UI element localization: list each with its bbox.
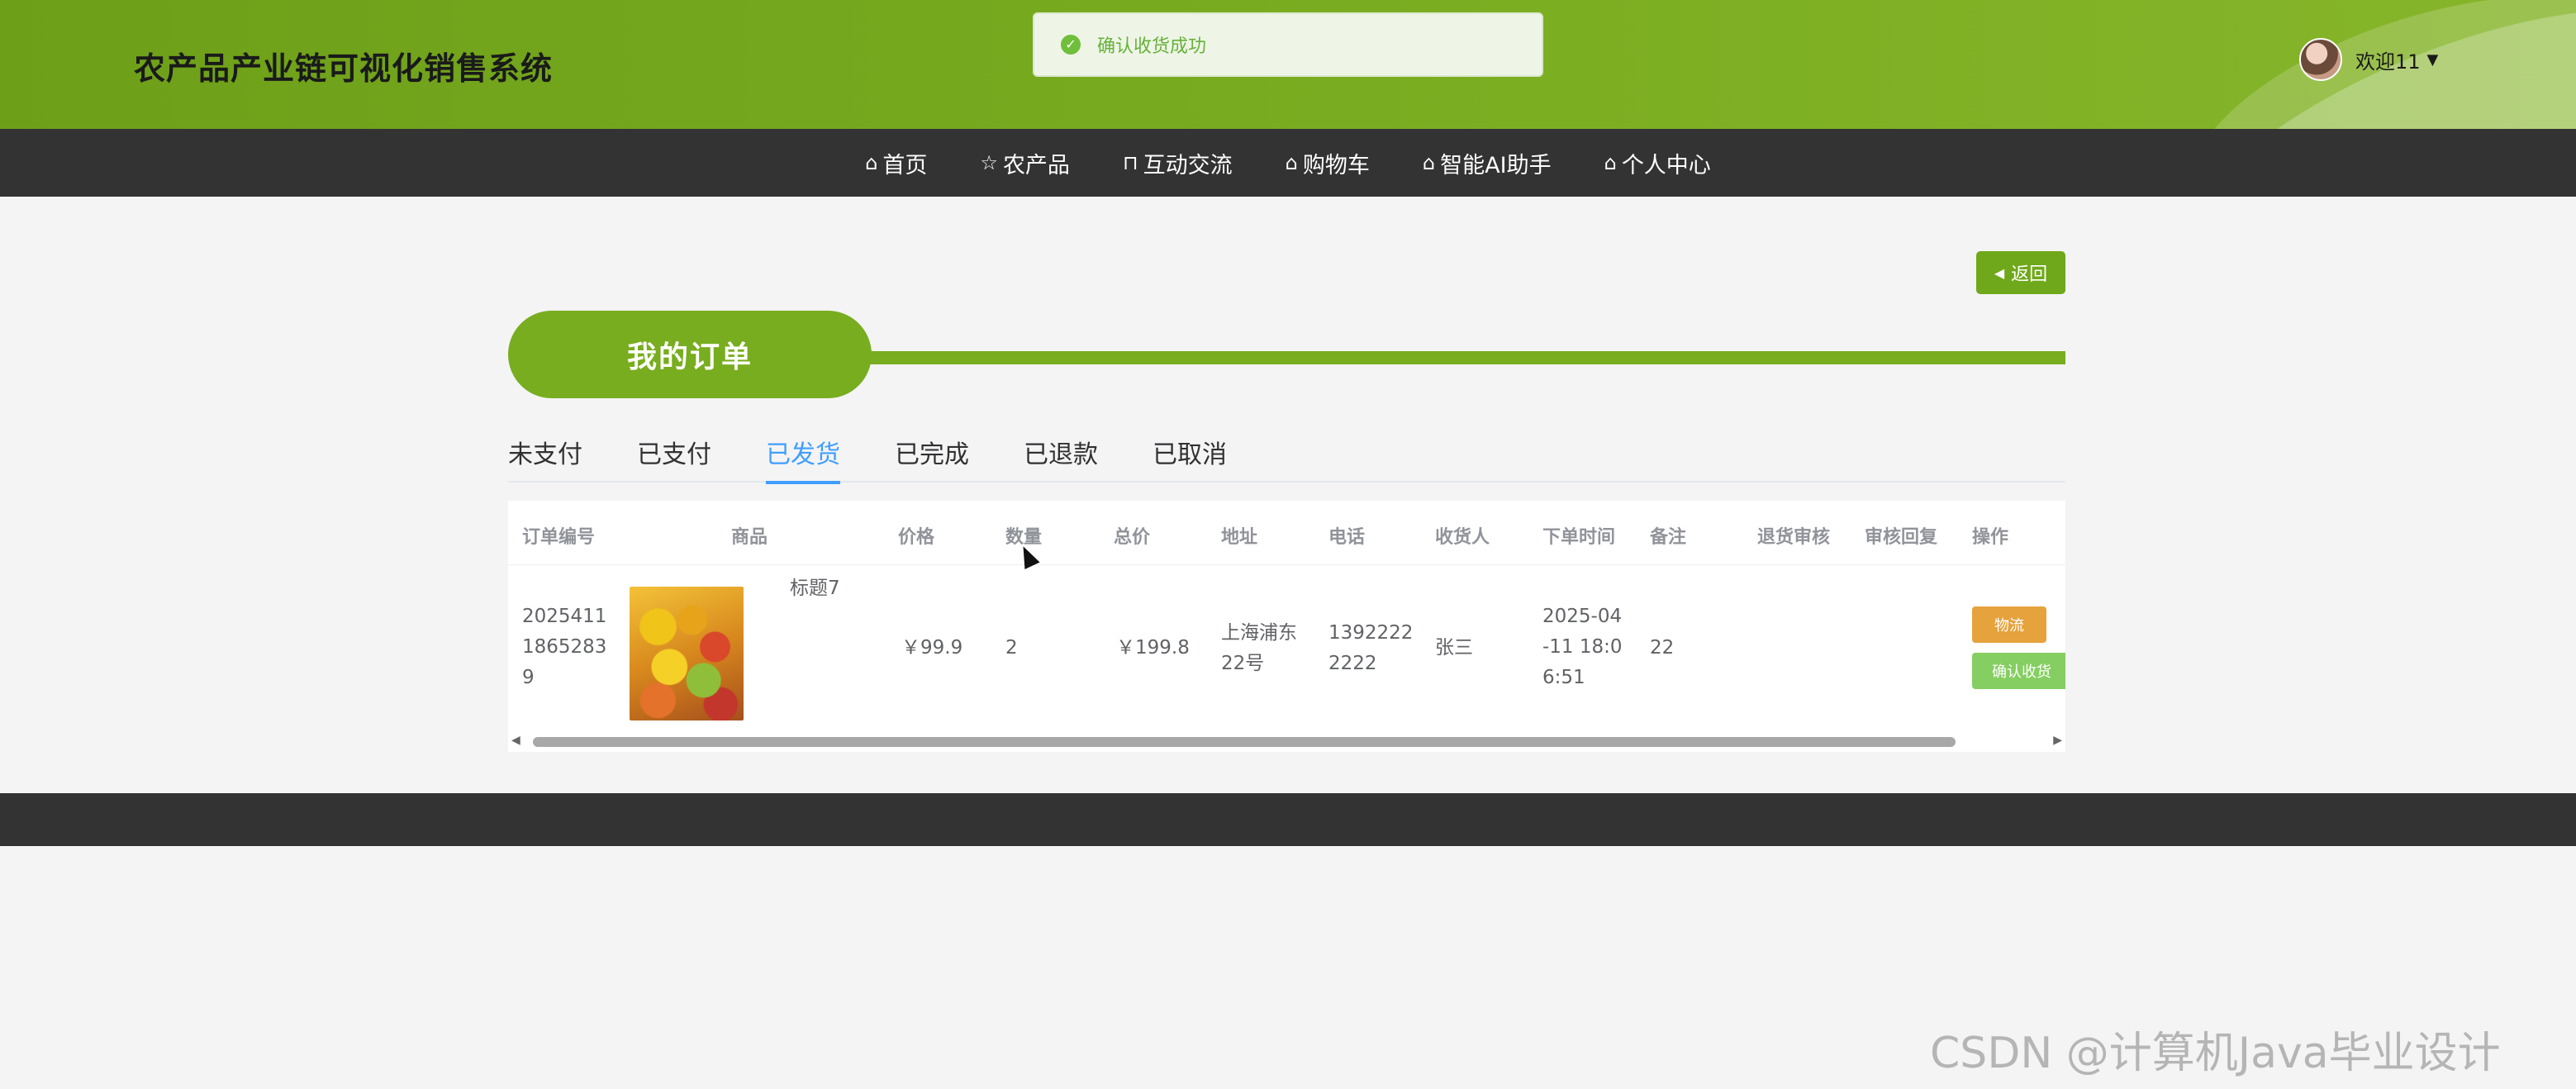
phone-line: 2222 (1328, 653, 1377, 674)
toast-message: 确认收货成功 (1097, 36, 1207, 57)
order-number-line: 2025411 (522, 606, 607, 627)
page-title-pill: 我的订单 (508, 311, 872, 398)
nav-item-ai-assistant[interactable]: ⌂ 智能AI助手 (1423, 147, 1552, 179)
table-scrollbar[interactable]: ◀ ▶ (508, 732, 2065, 752)
nav-item-home[interactable]: ⌂ 首页 (865, 147, 927, 179)
order-time-line: 6:51 (1542, 667, 1585, 688)
nav-item-label: 智能AI助手 (1440, 152, 1552, 178)
nav-item-forum[interactable]: ⊓ 互动交流 (1123, 147, 1233, 179)
order-number-line: 1865283 (522, 636, 607, 658)
column-header: 审核回复 (1865, 527, 1938, 548)
tab-refunded[interactable]: 已退款 (1024, 436, 1098, 483)
order-number-cell: 2025411 1865283 9 (522, 602, 606, 693)
address-cell: 上海浦东 22号 (1221, 618, 1297, 679)
tab-completed[interactable]: 已完成 (895, 436, 969, 483)
column-header: 数量 (1005, 527, 1043, 548)
address-line: 22号 (1221, 653, 1265, 674)
site-title: 农产品产业链可视化销售系统 (134, 50, 554, 87)
address-line: 上海浦东 (1221, 622, 1297, 644)
nav-item-label: 互动交流 (1143, 152, 1233, 178)
scrollbar-thumb[interactable] (533, 737, 1956, 747)
order-time-line: 2025-04 (1542, 606, 1623, 627)
tab-paid[interactable]: 已支付 (637, 436, 711, 483)
home-icon: ⌂ (1422, 151, 1436, 174)
success-toast: ✓ 确认收货成功 (1033, 12, 1543, 77)
column-header: 收货人 (1435, 527, 1490, 548)
check-circle-icon: ✓ (1061, 35, 1081, 55)
order-time-line: -11 18:0 (1542, 636, 1623, 658)
order-number-line: 9 (522, 667, 535, 688)
order-status-tabs: 未支付 已支付 已发货 已完成 已退款 已取消 (508, 436, 2065, 484)
main-nav: ⌂ 首页 ☆ 农产品 ⊓ 互动交流 ⌂ 购物车 ⌂ 智能AI助手 ⌂ 个人中心 (0, 129, 2576, 197)
column-header: 电话 (1328, 527, 1366, 548)
nav-item-cart[interactable]: ⌂ 购物车 (1286, 147, 1370, 179)
welcome-text[interactable]: 欢迎11 (2355, 45, 2421, 74)
column-header: 价格 (898, 527, 935, 548)
caret-left-icon: ◀ (1994, 264, 2005, 281)
column-header: 地址 (1221, 527, 1258, 548)
nav-item-label: 农产品 (1002, 152, 1070, 178)
back-button-label: 返回 (2011, 264, 2048, 285)
tab-cancelled[interactable]: 已取消 (1153, 436, 1227, 483)
home-icon: ⌂ (1604, 151, 1617, 174)
quantity-cell: 2 (1005, 637, 1018, 659)
total-cell: ￥199.8 (1116, 637, 1190, 659)
receiver-cell: 张三 (1435, 637, 1473, 659)
logistics-button[interactable]: 物流 (1972, 606, 2046, 643)
star-icon: ☆ (980, 151, 998, 174)
product-name: 标题7 (790, 578, 840, 599)
nav-item-label: 个人中心 (1621, 152, 1711, 178)
column-header: 商品 (731, 527, 768, 548)
column-header: 操作 (1972, 527, 2009, 548)
page-title: 我的订单 (626, 340, 753, 374)
home-icon: ⌂ (865, 151, 878, 174)
nav-item-label: 首页 (882, 152, 928, 178)
user-menu[interactable]: 欢迎11 ▼ (2299, 38, 2438, 81)
nav-item-products[interactable]: ☆ 农产品 (980, 147, 1070, 179)
price-cell: ￥99.9 (901, 637, 963, 659)
nav-item-profile[interactable]: ⌂ 个人中心 (1604, 147, 1711, 179)
bag-icon: ⊓ (1122, 151, 1138, 174)
header: 农产品产业链可视化销售系统 ✓ 确认收货成功 欢迎11 ▼ (0, 0, 2576, 129)
caret-down-icon[interactable]: ▼ (2427, 51, 2439, 69)
home-icon: ⌂ (1285, 151, 1298, 174)
column-header: 退货审核 (1757, 527, 1831, 548)
column-header: 订单编号 (522, 527, 596, 548)
watermark: CSDN @计算机Java毕业设计 (1930, 1029, 2501, 1078)
order-time-cell: 2025-04 -11 18:0 6:51 (1542, 602, 1623, 693)
column-header: 备注 (1650, 527, 1687, 548)
table-row: 2025411 1865283 9 标题7 ￥99.9 2 ￥199.8 上海浦… (508, 565, 2065, 732)
tab-shipped[interactable]: 已发货 (766, 436, 840, 484)
remark-cell: 22 (1650, 637, 1675, 659)
title-divider (859, 351, 2065, 364)
phone-cell: 1392222 2222 (1328, 618, 1413, 679)
scroll-left-icon[interactable]: ◀ (511, 734, 520, 747)
tab-unpaid[interactable]: 未支付 (508, 436, 582, 483)
avatar[interactable] (2299, 38, 2342, 81)
orders-table: 订单编号 商品 价格 数量 总价 地址 电话 收货人 下单时间 备注 退货审核 … (508, 501, 2065, 732)
product-image (630, 587, 744, 720)
phone-line: 1392222 (1328, 622, 1414, 644)
scroll-right-icon[interactable]: ▶ (2053, 734, 2062, 747)
footer (0, 793, 2576, 846)
column-header: 总价 (1114, 527, 1151, 548)
back-button[interactable]: ◀ 返回 (1976, 251, 2065, 294)
column-header: 下单时间 (1542, 527, 1616, 548)
table-header: 订单编号 商品 价格 数量 总价 地址 电话 收货人 下单时间 备注 退货审核 … (508, 501, 2065, 565)
nav-item-label: 购物车 (1302, 152, 1370, 178)
confirm-receipt-button[interactable]: 确认收货 (1972, 653, 2065, 689)
